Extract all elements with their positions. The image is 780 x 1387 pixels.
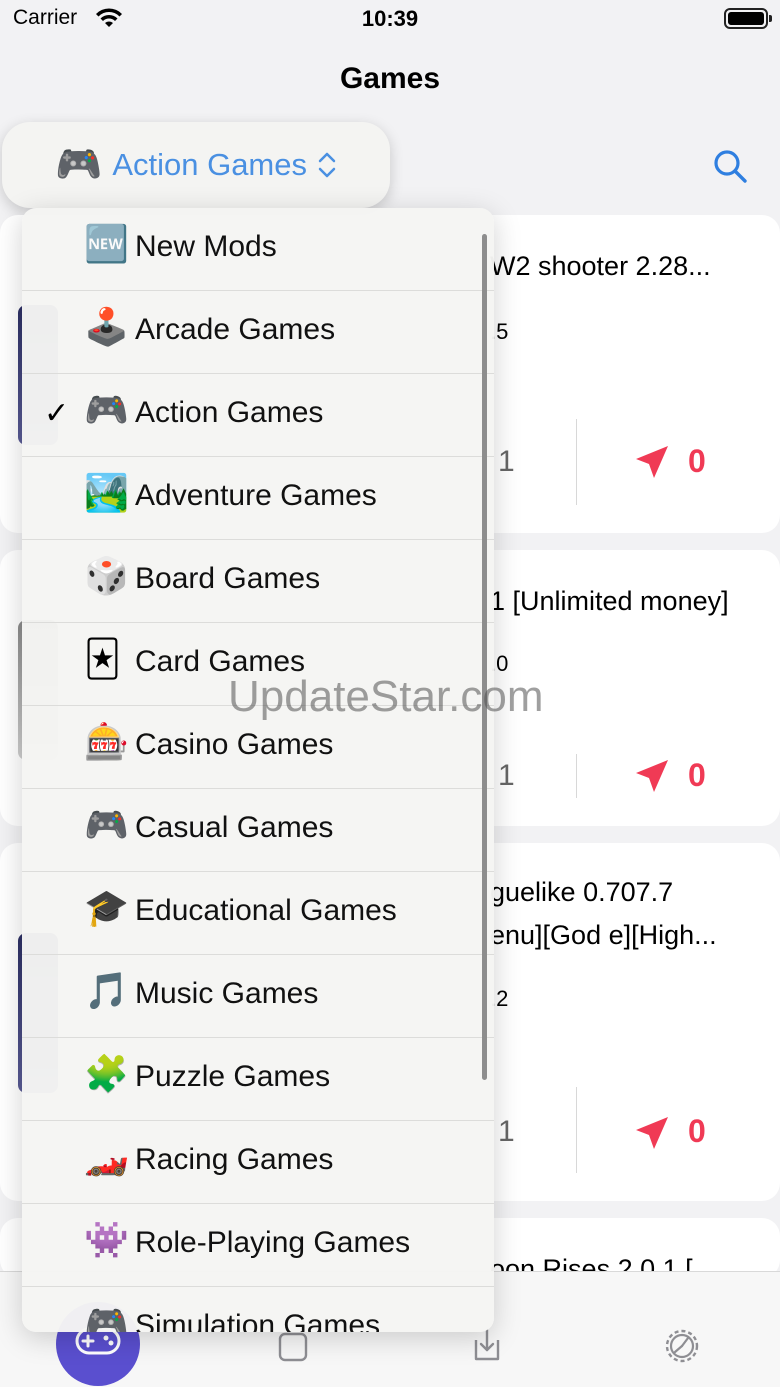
game-stat: 1: [498, 445, 515, 478]
menu-item-label: Simulation Games: [135, 1309, 381, 1332]
gamepad-emoji-icon: 🎮: [54, 144, 103, 186]
menu-item-board-games[interactable]: 🎲 Board Games: [22, 539, 494, 622]
menu-item-label: Board Games: [135, 562, 321, 595]
clock: 10:39: [361, 6, 419, 31]
search-icon[interactable]: [712, 148, 748, 184]
page-title: Games: [339, 62, 441, 95]
category-dropdown-menu: 🆕 New Mods 🕹️ Arcade Games ✓ 🎮 Action Ga…: [22, 208, 494, 1332]
menu-item-label: Racing Games: [135, 1143, 334, 1176]
menu-item-action-games[interactable]: ✓ 🎮 Action Games: [22, 373, 494, 456]
menu-item-label: Arcade Games: [135, 313, 336, 346]
game-title: 1 [Unlimited money]: [490, 586, 729, 616]
dice-icon: 🎲: [84, 555, 129, 596]
menu-item-label: Casual Games: [135, 811, 334, 844]
share-count: 0: [688, 443, 706, 479]
card-divider: [576, 1087, 577, 1173]
menu-item-label: Casino Games: [135, 728, 334, 761]
gear-icon[interactable]: [664, 1328, 700, 1364]
menu-item-label: New Mods: [135, 230, 277, 263]
share-count: 0: [688, 757, 706, 793]
menu-item-puzzle-games[interactable]: 🧩 Puzzle Games: [22, 1037, 494, 1120]
menu-item-educational-games[interactable]: 🎓 Educational Games: [22, 871, 494, 954]
category-picker-label: Action Games: [112, 147, 308, 182]
graduation-cap-icon: 🎓: [84, 887, 129, 928]
new-badge-icon: 🆕: [84, 223, 129, 264]
status-bar: Carrier 10:39: [0, 0, 780, 40]
gamepad-icon: 🎮: [84, 389, 129, 430]
menu-item-casual-games[interactable]: 🎮 Casual Games: [22, 788, 494, 871]
menu-item-racing-games[interactable]: 🏎️ Racing Games: [22, 1120, 494, 1203]
menu-item-new-mods[interactable]: 🆕 New Mods: [22, 208, 494, 291]
game-title: guelike 0.707.7: [490, 877, 674, 907]
music-note-icon: 🎵: [84, 970, 129, 1011]
card-divider: [576, 419, 577, 505]
square-icon[interactable]: [278, 1332, 308, 1362]
gamepad-icon: 🎮: [84, 804, 129, 845]
menu-item-simulation-games[interactable]: 🎮 Simulation Games: [22, 1286, 494, 1332]
alien-monster-icon: 👾: [84, 1219, 129, 1260]
game-stat: 1: [498, 1115, 515, 1148]
menu-item-label: Action Games: [135, 396, 324, 429]
menu-item-label: Role-Playing Games: [135, 1226, 411, 1259]
menu-item-label: Music Games: [135, 977, 319, 1010]
gamepad-icon: 🎮: [84, 1302, 129, 1333]
checkmark-icon: ✓: [44, 397, 70, 430]
game-stat: 1: [498, 759, 515, 792]
menu-item-arcade-games[interactable]: 🕹️ Arcade Games: [22, 290, 494, 373]
menu-item-label: Puzzle Games: [135, 1060, 331, 1093]
watermark: UpdateStar.com: [228, 672, 544, 721]
download-icon[interactable]: [472, 1328, 502, 1362]
menu-item-role-playing-games[interactable]: 👾 Role-Playing Games: [22, 1203, 494, 1286]
menu-item-label: Adventure Games: [135, 479, 377, 512]
share-count: 0: [688, 1113, 706, 1149]
menu-item-music-games[interactable]: 🎵 Music Games: [22, 954, 494, 1037]
slot-machine-icon: 🎰: [84, 721, 129, 762]
race-car-icon: 🏎️: [84, 1136, 129, 1177]
joystick-icon: 🕹️: [84, 306, 129, 347]
menu-scrollbar[interactable]: [482, 234, 487, 1080]
category-picker-button[interactable]: 🎮 Action Games: [2, 122, 390, 208]
chevron-updown-icon: [318, 152, 336, 178]
puzzle-piece-icon: 🧩: [84, 1053, 129, 1094]
card-divider: [576, 754, 577, 798]
send-icon[interactable]: [634, 758, 670, 794]
menu-item-label: Educational Games: [135, 894, 397, 927]
menu-item-adventure-games[interactable]: 🏞️ Adventure Games: [22, 456, 494, 539]
joker-card-icon: 🃏: [84, 638, 121, 679]
battery-icon: [724, 8, 772, 29]
landscape-icon: 🏞️: [84, 472, 129, 513]
send-icon[interactable]: [634, 444, 670, 480]
send-icon[interactable]: [634, 1115, 670, 1151]
game-title: W2 shooter 2.28...: [490, 251, 711, 281]
game-subtitle: enu][God e][High...: [490, 920, 717, 950]
